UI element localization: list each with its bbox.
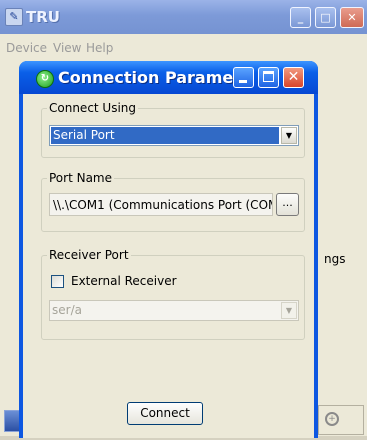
- globe-icon: +: [325, 412, 339, 426]
- dialog-title: Connection Parame...: [58, 68, 252, 87]
- parent-window-title: TRU: [26, 8, 60, 26]
- port-name-label: Port Name: [47, 171, 115, 185]
- connect-using-group: Connect Using Serial Port ▼: [41, 101, 305, 158]
- parent-minimize-button[interactable]: _: [290, 7, 311, 28]
- parent-maximize-button[interactable]: □: [315, 7, 336, 28]
- connect-button[interactable]: Connect: [127, 402, 203, 425]
- connect-using-value: Serial Port: [51, 127, 279, 144]
- parent-menu-bar: Device View Help: [0, 38, 367, 58]
- dialog-minimize-button[interactable]: [233, 67, 254, 88]
- dialog-body: Connect Using Serial Port ▼ Port Name \\…: [23, 94, 314, 438]
- maximize-icon: [263, 71, 274, 82]
- menu-view[interactable]: View: [53, 41, 81, 55]
- parent-title-bar[interactable]: ✎ TRU _ □ ✕: [0, 0, 367, 34]
- external-receiver-checkbox[interactable]: [51, 275, 64, 288]
- port-name-field[interactable]: \\.\COM1 (Communications Port (COM: [49, 193, 273, 216]
- receiver-port-dropdown: ser/a ▼: [49, 300, 299, 321]
- connection-parameters-dialog: ↻ Connection Parame... ✕ Connect Using S…: [19, 61, 318, 438]
- dialog-maximize-button[interactable]: [258, 67, 279, 88]
- receiver-port-group: Receiver Port External Receiver ser/a ▼: [41, 248, 305, 340]
- app-icon: ✎: [5, 8, 23, 26]
- connection-icon: ↻: [36, 70, 54, 88]
- status-bar-icon: [4, 410, 20, 432]
- port-name-group: Port Name \\.\COM1 (Communications Port …: [41, 171, 305, 232]
- dialog-close-button[interactable]: ✕: [283, 67, 304, 88]
- parent-partial-label: ngs: [324, 252, 346, 266]
- connect-using-dropdown[interactable]: Serial Port ▼: [49, 125, 299, 146]
- chevron-down-icon[interactable]: ▼: [281, 127, 297, 144]
- connect-using-label: Connect Using: [47, 101, 139, 115]
- dialog-title-bar[interactable]: ↻ Connection Parame... ✕: [19, 61, 318, 94]
- receiver-port-label: Receiver Port: [47, 248, 131, 262]
- menu-device[interactable]: Device: [6, 41, 47, 55]
- browse-button[interactable]: ...: [276, 193, 299, 216]
- receiver-port-value: ser/a: [52, 303, 82, 317]
- chevron-down-icon: ▼: [281, 302, 297, 319]
- external-receiver-label[interactable]: External Receiver: [71, 274, 177, 288]
- minimize-icon: [239, 80, 247, 83]
- menu-help[interactable]: Help: [86, 41, 113, 55]
- port-name-value: \\.\COM1 (Communications Port (COM: [53, 198, 273, 212]
- parent-close-button[interactable]: ✕: [340, 7, 364, 28]
